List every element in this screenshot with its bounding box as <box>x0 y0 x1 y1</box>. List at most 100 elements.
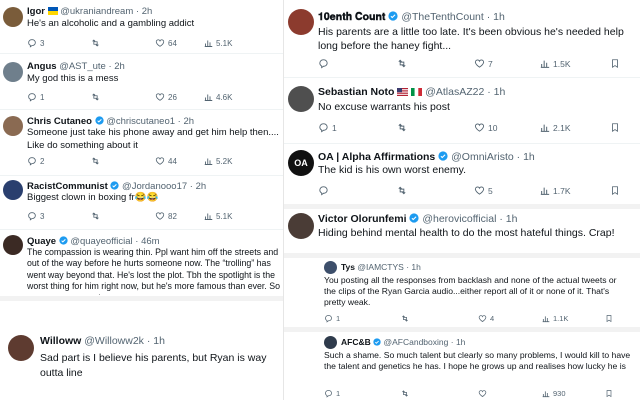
tweet-card[interactable]: Willoww @Willoww2k · 1h Sad part is I be… <box>0 301 283 400</box>
like-button[interactable]: 7 <box>474 58 540 69</box>
author-handle[interactable]: @chriscutaneo1 <box>106 116 175 127</box>
avatar[interactable] <box>324 336 337 349</box>
author-handle[interactable]: @Willoww2k <box>84 335 144 347</box>
retweet-button[interactable] <box>396 185 474 196</box>
reply-button[interactable]: 3 <box>27 38 90 48</box>
tweet-time[interactable]: 1h <box>506 213 518 225</box>
retweet-button[interactable] <box>396 58 474 69</box>
author-handle[interactable]: @AFCandboxing <box>384 337 449 347</box>
like-button[interactable] <box>478 389 542 398</box>
author-name[interactable]: Tys <box>341 262 355 272</box>
like-button[interactable]: 82 <box>155 211 204 221</box>
author-handle[interactable]: @IAMCTYS <box>357 262 403 272</box>
avatar[interactable]: OA <box>288 150 314 176</box>
retweet-button[interactable] <box>90 156 155 166</box>
author-name[interactable]: Sebastian Noto <box>318 86 394 98</box>
tweet-card[interactable]: Angus @AST_ute · 2h My god this is a mes… <box>0 56 283 110</box>
tweet-time[interactable]: 2h <box>183 116 194 127</box>
bookmark-button[interactable] <box>610 58 620 69</box>
author-name[interactable]: OA | Alpha Affirmations <box>318 151 435 163</box>
author-handle[interactable]: @OmniAristo <box>451 151 514 163</box>
tweet-card[interactable]: 𝟏𝟎𝐞𝐧𝐭𝐡 𝐂𝐨𝐮𝐧𝐭 @TheTenthCount · 1h His par… <box>284 0 640 78</box>
like-button[interactable]: 44 <box>155 156 204 166</box>
author-name[interactable]: Igor <box>27 6 45 17</box>
avatar[interactable] <box>288 9 314 35</box>
tweet-time[interactable]: 2h <box>114 61 125 72</box>
views-button[interactable]: 1.1K <box>542 314 605 323</box>
reply-button[interactable]: 1 <box>318 122 396 133</box>
views-button[interactable]: 5.2K <box>204 157 232 166</box>
avatar[interactable] <box>8 335 34 361</box>
views-button[interactable]: 1.7K <box>540 186 610 196</box>
reply-button[interactable]: 2 <box>27 156 90 166</box>
bookmark-button[interactable] <box>605 389 613 398</box>
views-button[interactable]: 5.1K <box>204 39 232 48</box>
reply-button[interactable] <box>318 58 396 69</box>
like-button[interactable]: 5 <box>474 185 540 196</box>
tweet-card[interactable]: OA OA | Alpha Affirmations @OmniAristo ·… <box>284 146 640 206</box>
author-handle[interactable]: @AST_ute <box>59 61 106 72</box>
views-button[interactable]: 2.1K <box>540 123 610 133</box>
avatar[interactable] <box>3 235 23 255</box>
author-handle[interactable]: @TheTenthCount <box>401 11 483 23</box>
author-handle[interactable]: @herovicofficial <box>422 213 496 225</box>
reply-button[interactable]: 3 <box>27 211 90 221</box>
like-button[interactable]: 10 <box>474 122 540 133</box>
tweet-time[interactable]: 1h <box>493 11 505 23</box>
views-button[interactable]: 4.6K <box>204 93 232 102</box>
bookmark-button[interactable] <box>610 185 620 196</box>
retweet-button[interactable] <box>400 314 478 323</box>
author-name[interactable]: RacistCommunist <box>27 181 108 192</box>
tweet-card[interactable]: Tys @IAMCTYS · 1h You posting all the re… <box>284 258 640 328</box>
tweet-card[interactable]: Sebastian Noto @AtlasAZ22 · 1h No excuse… <box>284 80 640 144</box>
author-name[interactable]: Quaye <box>27 236 56 247</box>
tweet-card[interactable]: Quaye @quayeofficial · 46m The compassio… <box>0 231 283 295</box>
author-name[interactable]: Angus <box>27 61 57 72</box>
bookmark-button[interactable] <box>610 122 620 133</box>
tweet-time[interactable]: 2h <box>196 181 207 192</box>
tweet-time[interactable]: 1h <box>411 262 420 272</box>
retweet-button[interactable] <box>90 38 155 48</box>
tweet-time[interactable]: 1h <box>494 86 506 98</box>
views-button[interactable]: 930 <box>542 389 605 398</box>
author-name[interactable]: Willoww <box>40 335 81 347</box>
retweet-button[interactable] <box>90 211 155 221</box>
avatar[interactable] <box>3 116 23 136</box>
tweet-time[interactable]: 2h <box>142 6 153 17</box>
reply-button[interactable] <box>318 185 396 196</box>
reply-button[interactable]: 1 <box>324 389 400 398</box>
author-handle[interactable]: @ukraniandream <box>60 6 133 17</box>
like-button[interactable]: 4 <box>478 314 542 323</box>
like-button[interactable]: 26 <box>155 92 204 102</box>
tweet-card[interactable]: Victor Olorunfemi @herovicofficial · 1h … <box>284 209 640 253</box>
avatar[interactable] <box>3 62 23 82</box>
author-name[interactable]: Chris Cutaneo <box>27 116 92 127</box>
views-button[interactable]: 5.1K <box>204 212 232 221</box>
author-handle[interactable]: @quayeofficial <box>70 236 132 247</box>
retweet-button[interactable] <box>400 389 478 398</box>
bookmark-button[interactable] <box>605 314 613 323</box>
tweet-card[interactable]: RacistCommunist @Jordanooo17 · 2h Bigges… <box>0 176 283 230</box>
views-button[interactable]: 1.5K <box>540 59 610 69</box>
tweet-card[interactable]: AFC&B @AFCandboxing · 1h Such a shame. S… <box>284 332 640 400</box>
tweet-time[interactable]: 1h <box>456 337 465 347</box>
tweet-card[interactable]: Chris Cutaneo @chriscutaneo1 · 2h Someon… <box>0 112 283 176</box>
avatar[interactable] <box>288 86 314 112</box>
tweet-time[interactable]: 1h <box>153 335 165 347</box>
like-button[interactable]: 64 <box>155 38 204 48</box>
retweet-button[interactable] <box>396 122 474 133</box>
author-handle[interactable]: @Jordanooo17 <box>122 181 187 192</box>
avatar[interactable] <box>3 180 23 200</box>
tweet-time[interactable]: 1h <box>523 151 535 163</box>
tweet-card[interactable]: Igor @ukraniandream · 2h He's an alcohol… <box>0 0 283 54</box>
author-name[interactable]: 𝟏𝟎𝐞𝐧𝐭𝐡 𝐂𝐨𝐮𝐧𝐭 <box>318 11 385 23</box>
author-handle[interactable]: @AtlasAZ22 <box>425 86 484 98</box>
reply-button[interactable]: 1 <box>324 314 400 323</box>
tweet-time[interactable]: 46m <box>141 236 159 247</box>
reply-button[interactable]: 1 <box>27 92 90 102</box>
author-name[interactable]: Victor Olorunfemi <box>318 213 407 225</box>
retweet-button[interactable] <box>90 92 155 102</box>
avatar[interactable] <box>288 213 314 239</box>
avatar[interactable] <box>3 7 23 27</box>
avatar[interactable] <box>324 261 337 274</box>
